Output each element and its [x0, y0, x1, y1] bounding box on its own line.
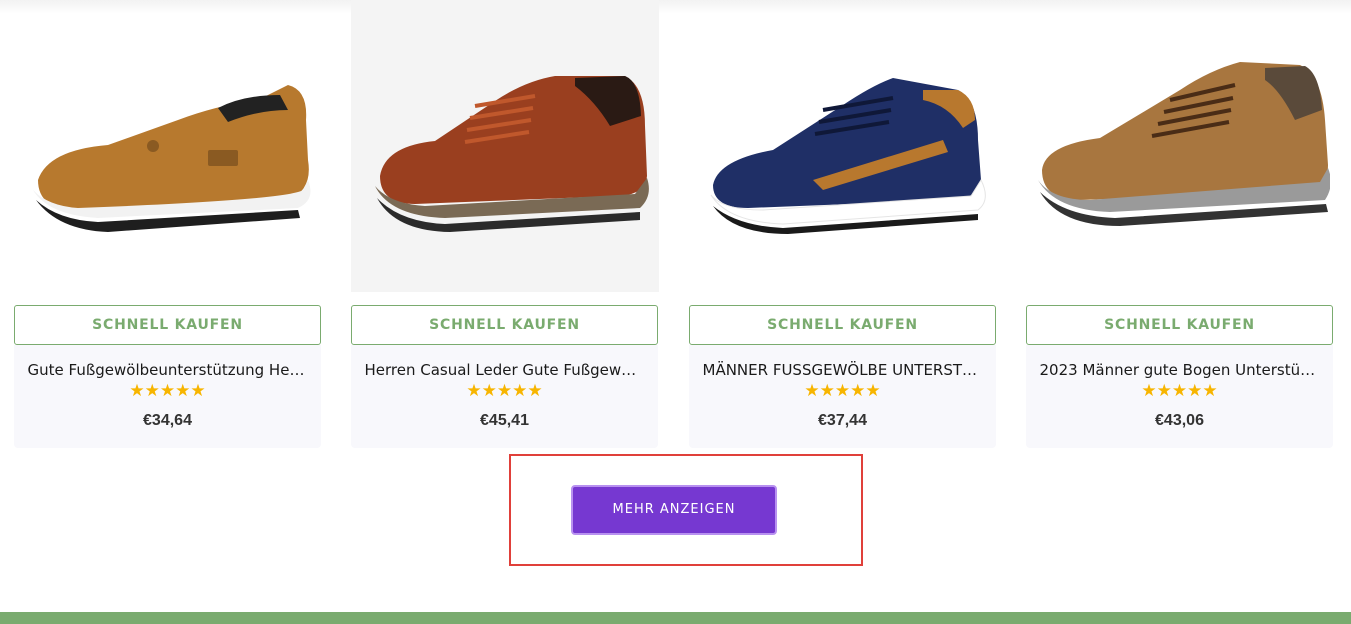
product-title[interactable]: Gute Fußgewölbeunterstützung Herren Schu…: [28, 360, 308, 380]
product-info: Herren Casual Leder Gute Fußgewölbe ★★★★…: [351, 345, 658, 448]
product-price: €37,44: [818, 412, 867, 429]
show-more-button[interactable]: MEHR ANZEIGEN: [571, 485, 777, 535]
product-title[interactable]: Herren Casual Leder Gute Fußgewölbe: [365, 360, 645, 380]
quick-buy-button[interactable]: SCHNELL KAUFEN: [351, 305, 658, 345]
product-image[interactable]: [14, 0, 322, 300]
product-card: SCHNELL KAUFEN Gute Fußgewölbeunterstütz…: [14, 0, 322, 448]
product-image[interactable]: [689, 0, 997, 300]
quick-buy-button[interactable]: SCHNELL KAUFEN: [14, 305, 321, 345]
product-image[interactable]: [1026, 0, 1334, 300]
product-price: €43,06: [1155, 412, 1204, 429]
shoe-brown-hiking-icon: [1038, 62, 1330, 226]
footer-bar: [0, 612, 1351, 624]
product-price: €45,41: [480, 412, 529, 429]
product-info: Gute Fußgewölbeunterstützung Herren Schu…: [14, 345, 321, 448]
product-title[interactable]: MÄNNER FUSSGEWÖLBE UNTERSTÜTZUNG: [703, 360, 983, 380]
product-info: MÄNNER FUSSGEWÖLBE UNTERSTÜTZUNG ★★★★★ €…: [689, 345, 996, 448]
rating-stars: ★★★★★: [1141, 381, 1218, 400]
shoe-brown-slipon-icon: [33, 85, 311, 232]
shoe-brown-leather-icon: [375, 76, 649, 232]
product-price: €34,64: [143, 412, 192, 429]
product-card: SCHNELL KAUFEN MÄNNER FUSSGEWÖLBE UNTERS…: [689, 0, 997, 448]
product-grid: SCHNELL KAUFEN Gute Fußgewölbeunterstütz…: [14, 0, 1334, 448]
product-card: SCHNELL KAUFEN 2023 Männer gute Bogen Un…: [1026, 0, 1334, 448]
product-info: 2023 Männer gute Bogen Unterstützung ★★★…: [1026, 345, 1333, 448]
rating-stars: ★★★★★: [804, 381, 881, 400]
shoe-navy-sneaker-icon: [710, 78, 986, 234]
rating-stars: ★★★★★: [466, 381, 543, 400]
rating-stars: ★★★★★: [129, 381, 206, 400]
product-title[interactable]: 2023 Männer gute Bogen Unterstützung: [1040, 360, 1320, 380]
quick-buy-button[interactable]: SCHNELL KAUFEN: [689, 305, 996, 345]
product-image[interactable]: [351, 0, 659, 292]
quick-buy-button[interactable]: SCHNELL KAUFEN: [1026, 305, 1333, 345]
product-card: SCHNELL KAUFEN Herren Casual Leder Gute …: [351, 0, 659, 448]
